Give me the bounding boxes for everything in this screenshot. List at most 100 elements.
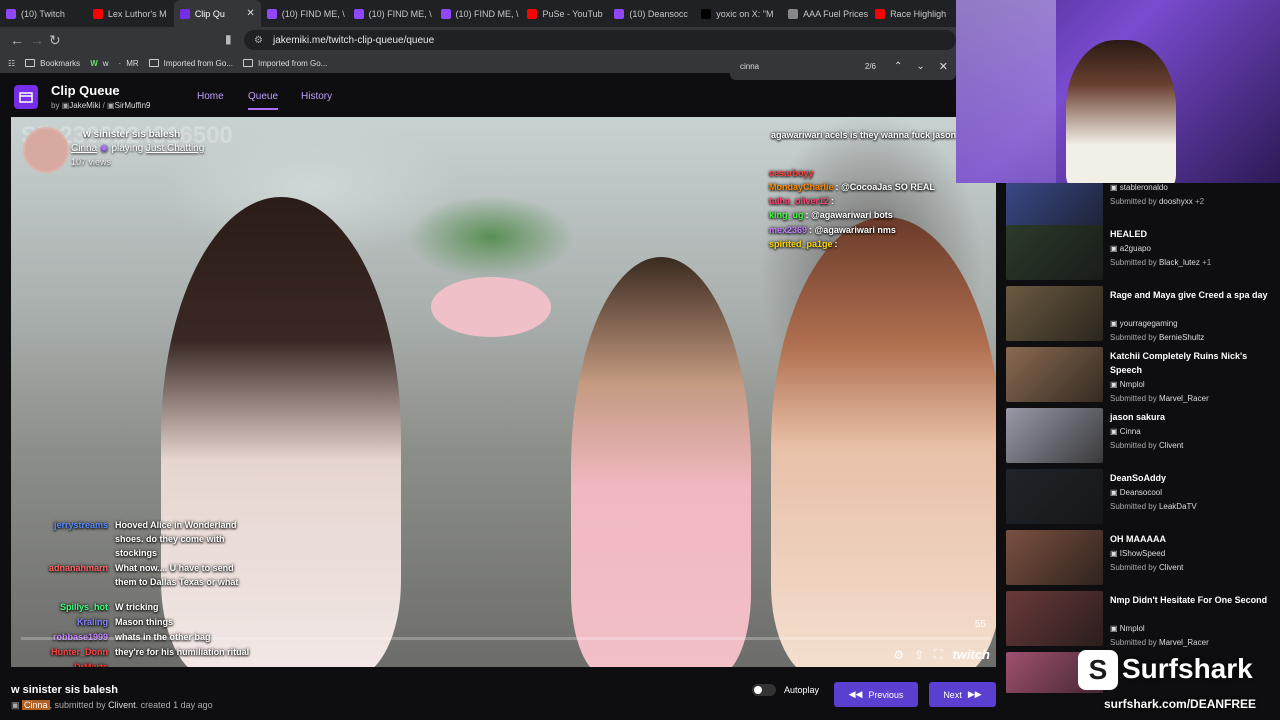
chat-message: Hunter_Donn they're for his humiliation r… xyxy=(16,647,249,657)
tab-favicon-icon xyxy=(701,8,712,19)
channel-link[interactable]: Cinna xyxy=(71,143,97,154)
clip-title: Rage and Maya give Creed a spa day xyxy=(1110,290,1268,300)
current-clip-channel[interactable]: Cinna xyxy=(22,700,50,710)
site-info-icon[interactable]: ⚙ xyxy=(254,35,263,46)
clip-channel-name: Nmplol xyxy=(1119,624,1145,633)
address-url: jakemiki.me/twitch-clip-queue/queue xyxy=(272,34,435,46)
browser-tab[interactable]: yoxic on X: "M xyxy=(695,0,782,27)
browser-tab[interactable]: (10) Twitch xyxy=(0,0,87,27)
author-link[interactable]: SirMuffin9 xyxy=(115,101,151,110)
apps-icon[interactable]: ☷ xyxy=(8,59,15,68)
tab-favicon-icon xyxy=(614,8,625,19)
current-clip-title: w sinister sis balesh xyxy=(11,684,118,696)
browser-tab[interactable]: Race Highligh xyxy=(869,0,956,27)
nav-home[interactable]: Home xyxy=(197,91,224,102)
bookmark-imported-1[interactable]: Imported from Go... xyxy=(148,59,233,68)
tab-label: (10) Deansocc xyxy=(629,8,688,19)
bookmark-bookmarks[interactable]: Bookmarks xyxy=(25,59,80,68)
channel-icon: ▣ xyxy=(1110,319,1120,328)
tab-favicon-icon xyxy=(6,8,16,19)
surfshark-logo-icon: S xyxy=(1078,650,1118,690)
chat-message: shoes. do they come with xyxy=(16,534,225,544)
chat-message: them to Dallas Texas or what xyxy=(16,577,238,587)
video-player[interactable]: SP 2300824316500 w sinister sis balesh C… xyxy=(11,117,996,667)
address-bar[interactable]: ⚙ jakemiki.me/twitch-clip-queue/queue xyxy=(244,30,956,50)
bookmark-star-icon[interactable]: ▮ xyxy=(225,32,232,46)
next-icon: ▶▶ xyxy=(967,689,982,699)
browser-tab[interactable]: (10) FIND ME, \ xyxy=(348,0,435,27)
channel-icon: ▣ xyxy=(1110,624,1120,633)
find-prev-icon[interactable]: ⌃ xyxy=(894,61,902,72)
tab-favicon-icon xyxy=(92,8,103,19)
browser-tab[interactable]: Clip Qu ✕ xyxy=(173,0,261,27)
find-input[interactable]: cinna xyxy=(740,62,759,71)
submitter-name: Clivent xyxy=(1158,563,1184,572)
autoplay-switch[interactable] xyxy=(752,684,776,696)
channel-icon: ▣ xyxy=(11,700,20,710)
queue-clip-item[interactable]: Nmp Didn't Hesitate For One Second ▣ Nmpl… xyxy=(1006,591,1276,651)
tab-close-icon[interactable]: ✕ xyxy=(246,8,254,19)
person-figure xyxy=(571,257,751,667)
browser-tab[interactable]: (10) FIND ME, \ xyxy=(435,0,522,27)
game-link[interactable]: Just Chatting xyxy=(146,143,204,154)
chat-text: stockings xyxy=(115,548,158,558)
queue-clip-item[interactable]: jason sakura ▣ Cinna Submitted by Clivent xyxy=(1006,408,1276,468)
chat-username: MondayCharlie xyxy=(769,182,834,192)
clip-submitter: Submitted by Clivent xyxy=(1110,563,1183,572)
tab-favicon-icon xyxy=(527,8,538,19)
clip-title: OH MAAAAA xyxy=(1110,534,1166,544)
chat-message: MondayCharlie: @CocoaJas SO REAL xyxy=(769,182,935,192)
nav-history[interactable]: History xyxy=(301,91,332,102)
chat-username: talha_oliver12 xyxy=(769,196,830,206)
tab-label: Lex Luthor's M xyxy=(107,8,167,19)
clip-title: HEALED xyxy=(1110,229,1148,239)
browser-tab[interactable]: AAA Fuel Prices xyxy=(782,0,869,27)
clip-channel: ▣ yourragegaming xyxy=(1110,319,1178,328)
find-next-icon[interactable]: ⌄ xyxy=(916,61,924,72)
previous-button[interactable]: ◀◀ Previous xyxy=(834,682,918,707)
browser-tab-strip: (10) Twitch Lex Luthor's M Clip Qu ✕ (10) FI… xyxy=(0,0,956,27)
reload-icon[interactable]: ↻ xyxy=(49,32,61,49)
browser-tab[interactable]: (10) FIND ME, \ xyxy=(261,0,348,27)
autoplay-toggle[interactable]: Autoplay xyxy=(752,684,819,696)
settings-icon[interactable]: ⚙ xyxy=(893,648,904,662)
find-close-icon[interactable]: ✕ xyxy=(939,60,948,73)
submitted-label: Submitted by xyxy=(1110,258,1157,267)
bookmark-mr[interactable]: · MR xyxy=(119,59,139,68)
browser-tab[interactable]: Lex Luthor's M xyxy=(87,0,174,27)
browser-tab[interactable]: PuSe - YouTub xyxy=(521,0,608,27)
chat-username: king_ug xyxy=(769,210,804,220)
queue-clip-item[interactable]: DeanSoAddy ▣ Deansocool Submitted by LeakD… xyxy=(1006,469,1276,529)
current-clip-submitter[interactable]: Clivent xyxy=(108,700,136,710)
clip-thumbnail xyxy=(1006,591,1103,646)
queue-clip-item[interactable]: HEALED ▣ a2guapo Submitted by Black_lutez … xyxy=(1006,225,1276,285)
clip-submitter: Submitted by LeakDaTV xyxy=(1110,502,1197,511)
app-title: Clip Queue xyxy=(51,83,120,98)
queue-clip-item[interactable]: OH MAAAAA ▣ IShowSpeed Submitted by Cliven… xyxy=(1006,530,1276,590)
chat-message: cesarboyy xyxy=(769,168,816,178)
twitch-logo-icon[interactable]: twitch xyxy=(952,647,990,662)
next-button[interactable]: Next ▶▶ xyxy=(929,682,996,707)
bookmark-w[interactable]: W w xyxy=(90,59,108,68)
clip-channel-name: a2guapo xyxy=(1119,244,1151,253)
submitter-name: LeakDaTV xyxy=(1158,502,1197,511)
fullscreen-icon[interactable]: ⛶ xyxy=(934,647,942,662)
browser-tab[interactable]: (10) Deansocc xyxy=(608,0,695,27)
nav-queue[interactable]: Queue xyxy=(248,91,279,110)
bookmark-imported-2[interactable]: Imported from Go... xyxy=(243,59,327,68)
clip-queue-logo-icon[interactable] xyxy=(14,85,38,109)
channel-icon: ▣ xyxy=(1110,183,1120,192)
submitted-label: Submitted by xyxy=(1110,502,1157,511)
submitted-label: Submitted by xyxy=(1110,441,1157,450)
queue-clip-item[interactable]: Katchii Completely Ruins Nick's Speech ▣ … xyxy=(1006,347,1276,407)
video-time: 55 xyxy=(974,619,986,630)
clip-title-overlay: w sinister sis balesh xyxy=(83,129,181,140)
share-icon[interactable]: ⇧ xyxy=(914,648,924,662)
clip-channel-name: Deansocool xyxy=(1119,488,1163,497)
queue-clip-item[interactable]: Rage and Maya give Creed a spa day ▣ your… xyxy=(1006,286,1276,346)
video-progress-bar[interactable] xyxy=(21,637,991,640)
back-icon[interactable]: ← xyxy=(10,32,24,48)
forward-icon[interactable]: → xyxy=(30,32,44,48)
author-link[interactable]: JakeMiki xyxy=(69,101,100,110)
chat-message: stockings xyxy=(16,548,157,558)
